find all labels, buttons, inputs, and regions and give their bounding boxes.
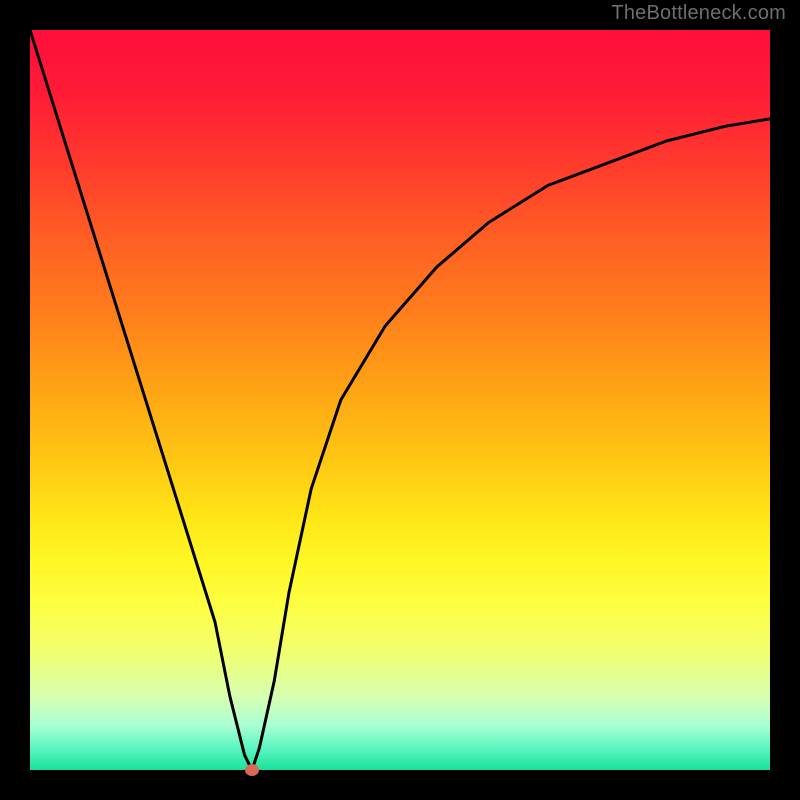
chart-frame: TheBottleneck.com — [0, 0, 800, 800]
optimum-marker — [245, 764, 259, 776]
watermark-text: TheBottleneck.com — [611, 2, 786, 25]
plot-area — [30, 30, 770, 770]
